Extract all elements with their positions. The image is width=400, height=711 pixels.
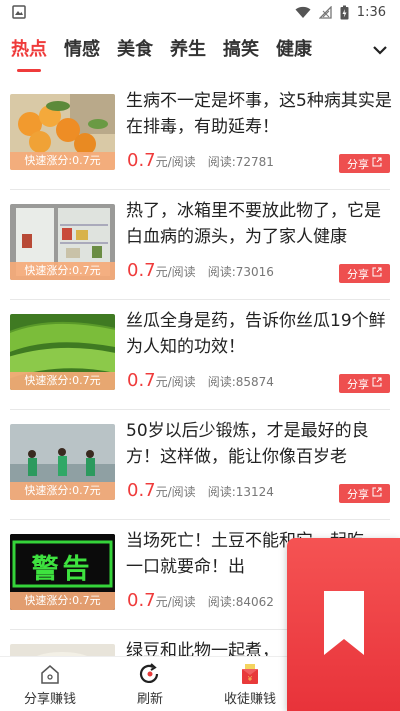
nav-share-earn[interactable]: 分享赚钱 xyxy=(10,663,90,707)
external-link-icon xyxy=(372,157,382,170)
external-link-icon xyxy=(372,267,382,280)
external-link-icon xyxy=(372,377,382,390)
red-envelope-icon: ¥ xyxy=(210,663,290,685)
article-title[interactable]: 热了，冰箱里不要放此物了，它是白血病的源头，为了家人健康 xyxy=(126,198,394,250)
read-count: 阅读:84062 xyxy=(207,595,274,609)
share-button[interactable]: 分享 xyxy=(339,374,390,393)
article-thumbnail: 警告 快速涨分:0.7元 xyxy=(10,534,115,610)
article-title[interactable]: 50岁以后少锻炼，才是最好的良方！这样做，能让你像百岁老 xyxy=(126,418,394,470)
status-time: 1:36 xyxy=(356,4,386,20)
reward-amount: 0.7 xyxy=(127,590,156,611)
chevron-down-icon[interactable] xyxy=(370,40,390,60)
nav-label: 分享赚钱 xyxy=(23,692,76,707)
nav-recruit-earn[interactable]: ¥ 收徒赚钱 xyxy=(210,663,290,707)
refresh-icon xyxy=(110,663,190,685)
category-tabs: 热点 情感 美食 养生 搞笑 健康 xyxy=(0,26,400,74)
signal-icon xyxy=(318,5,332,19)
reward-unit: 元/阅读 xyxy=(155,155,196,169)
article-meta: 0.7 元/阅读 阅读:84062 xyxy=(127,590,274,611)
share-button[interactable]: 分享 xyxy=(339,264,390,283)
share-label: 分享 xyxy=(347,157,369,171)
reward-unit: 元/阅读 xyxy=(155,595,196,609)
nav-label: 刷新 xyxy=(136,692,163,707)
wifi-icon xyxy=(295,6,311,19)
floating-bookmark-button[interactable] xyxy=(287,538,400,711)
article-meta: 0.7 元/阅读 阅读:73016 xyxy=(127,260,274,281)
svg-text:¥: ¥ xyxy=(248,675,253,683)
reward-tag: 快速涨分:0.7元 xyxy=(10,262,115,280)
tab-funny[interactable]: 搞笑 xyxy=(223,26,259,74)
reward-amount: 0.7 xyxy=(127,370,156,391)
reward-unit: 元/阅读 xyxy=(155,265,196,279)
article-item[interactable]: 快速涨分:0.7元 生病不一定是坏事，这5种病其实是在排毒，有助延寿！ 0.7 … xyxy=(0,80,400,190)
reward-tag: 快速涨分:0.7元 xyxy=(10,152,115,170)
reward-unit: 元/阅读 xyxy=(155,485,196,499)
share-label: 分享 xyxy=(347,267,369,281)
share-label: 分享 xyxy=(347,377,369,391)
tab-hot[interactable]: 热点 xyxy=(11,26,47,74)
article-thumbnail: 快速涨分:0.7元 xyxy=(10,314,115,390)
tab-food[interactable]: 美食 xyxy=(117,26,153,74)
warning-text: 警告 xyxy=(31,554,94,585)
read-count: 阅读:73016 xyxy=(207,265,274,279)
external-link-icon xyxy=(372,487,382,500)
house-icon xyxy=(10,663,90,685)
article-thumbnail xyxy=(10,644,115,656)
article-item[interactable]: 快速涨分:0.7元 热了，冰箱里不要放此物了，它是白血病的源头，为了家人健康 0… xyxy=(0,190,400,300)
tab-emotion[interactable]: 情感 xyxy=(64,26,100,74)
reward-tag: 快速涨分:0.7元 xyxy=(10,372,115,390)
tab-wellness[interactable]: 养生 xyxy=(170,26,206,74)
reward-amount: 0.7 xyxy=(127,480,156,501)
article-meta: 0.7 元/阅读 阅读:72781 xyxy=(127,150,274,171)
article-thumbnail: 快速涨分:0.7元 xyxy=(10,424,115,500)
image-notification-icon xyxy=(12,5,26,19)
article-item[interactable]: 快速涨分:0.7元 丝瓜全身是药，告诉你丝瓜19个鲜为人知的功效！ 0.7 元/… xyxy=(0,300,400,410)
reward-tag: 快速涨分:0.7元 xyxy=(10,592,115,610)
read-count: 阅读:13124 xyxy=(207,485,274,499)
reward-tag: 快速涨分:0.7元 xyxy=(10,482,115,500)
article-title[interactable]: 生病不一定是坏事，这5种病其实是在排毒，有助延寿！ xyxy=(126,88,394,140)
reward-amount: 0.7 xyxy=(127,150,156,171)
status-bar: 1:36 xyxy=(0,0,400,24)
reward-amount: 0.7 xyxy=(127,260,156,281)
read-count: 阅读:72781 xyxy=(207,155,274,169)
tab-health[interactable]: 健康 xyxy=(276,26,312,74)
article-thumbnail: 快速涨分:0.7元 xyxy=(10,204,115,280)
article-meta: 0.7 元/阅读 阅读:85874 xyxy=(127,370,274,391)
article-meta: 0.7 元/阅读 阅读:13124 xyxy=(127,480,274,501)
share-button[interactable]: 分享 xyxy=(339,154,390,173)
share-button[interactable]: 分享 xyxy=(339,484,390,503)
read-count: 阅读:85874 xyxy=(207,375,274,389)
reward-unit: 元/阅读 xyxy=(155,375,196,389)
share-label: 分享 xyxy=(347,487,369,501)
nav-refresh[interactable]: 刷新 xyxy=(110,663,190,707)
battery-icon xyxy=(340,5,349,20)
article-item[interactable]: 快速涨分:0.7元 50岁以后少锻炼，才是最好的良方！这样做，能让你像百岁老 0… xyxy=(0,410,400,520)
article-title[interactable]: 丝瓜全身是药，告诉你丝瓜19个鲜为人知的功效！ xyxy=(126,308,394,360)
nav-label: 收徒赚钱 xyxy=(223,692,276,707)
article-thumbnail: 快速涨分:0.7元 xyxy=(10,94,115,170)
